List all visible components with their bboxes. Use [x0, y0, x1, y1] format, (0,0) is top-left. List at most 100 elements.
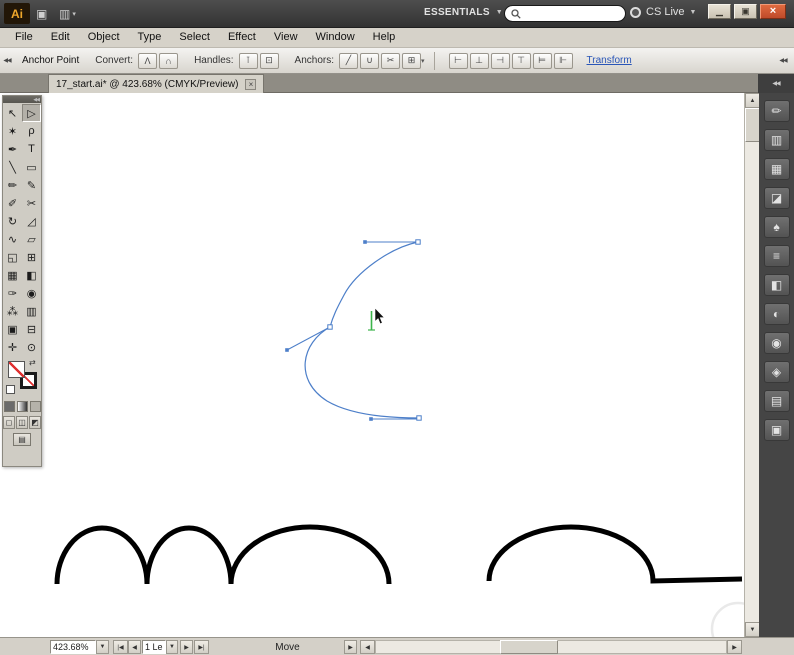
- artboard-dropdown-icon[interactable]: ▼: [166, 640, 178, 654]
- fill-swatch[interactable]: [8, 361, 25, 378]
- artboards-panel-icon[interactable]: ▣: [764, 419, 790, 441]
- pencil-tool[interactable]: ✎: [22, 176, 41, 194]
- anchor-point[interactable]: [416, 240, 420, 244]
- perspective-grid-tool[interactable]: ⊞: [22, 248, 41, 266]
- menu-type[interactable]: Type: [129, 29, 171, 46]
- color-guide-panel-icon[interactable]: ◈: [764, 361, 790, 383]
- cut-path-button[interactable]: ✂: [381, 53, 400, 69]
- search-input[interactable]: [525, 8, 619, 19]
- align-top-button[interactable]: ⊤: [512, 53, 531, 69]
- vertical-scroll-thumb[interactable]: [745, 108, 760, 142]
- tab-close-icon[interactable]: ×: [245, 79, 256, 90]
- lasso-tool[interactable]: ρ: [22, 122, 41, 140]
- horizontal-scroll-thumb[interactable]: [500, 640, 558, 654]
- rectangle-tool[interactable]: ▭: [22, 158, 41, 176]
- restore-button[interactable]: ▣: [734, 4, 757, 19]
- gradient-panel-icon[interactable]: ◧: [764, 274, 790, 296]
- width-tool[interactable]: ∿: [3, 230, 22, 248]
- paintbrush-tool[interactable]: ✏: [3, 176, 22, 194]
- scissors-tool[interactable]: ✂: [22, 194, 41, 212]
- zoom-input[interactable]: 423.68%: [50, 640, 96, 654]
- line-segment-tool[interactable]: ╲: [3, 158, 22, 176]
- show-handles-button[interactable]: ⊺: [239, 53, 258, 69]
- menu-select[interactable]: Select: [170, 29, 219, 46]
- artboard-navigation-input[interactable]: 1 Le: [142, 640, 166, 654]
- vertical-scrollbar[interactable]: ▲ ▼: [744, 93, 759, 637]
- screen-mode-button[interactable]: ▤: [13, 433, 31, 446]
- align-right-button[interactable]: ⊣: [491, 53, 510, 69]
- zoom-tool[interactable]: ⊙: [22, 338, 41, 356]
- graphic-styles-panel-icon[interactable]: ◪: [764, 187, 790, 209]
- scroll-right-icon[interactable]: ▶: [727, 640, 742, 654]
- rotate-tool[interactable]: ↻: [3, 212, 22, 230]
- last-artboard-button[interactable]: ▶|: [194, 640, 209, 654]
- convert-to-smooth-button[interactable]: ∩: [159, 53, 178, 69]
- align-middle-button[interactable]: ⊨: [533, 53, 552, 69]
- anchor-point[interactable]: [328, 325, 332, 329]
- free-transform-tool[interactable]: ▱: [22, 230, 41, 248]
- canvas[interactable]: [0, 93, 744, 637]
- align-left-button[interactable]: ⊢: [449, 53, 468, 69]
- menu-file[interactable]: File: [6, 29, 42, 46]
- minimize-button[interactable]: ▁: [708, 4, 731, 19]
- menu-window[interactable]: Window: [307, 29, 364, 46]
- column-graph-tool[interactable]: ▥: [22, 302, 41, 320]
- collapse-panel-right-button[interactable]: ◀◀: [776, 57, 790, 64]
- isolate-selection-button[interactable]: ⊞: [402, 53, 421, 69]
- artboard-tool[interactable]: ▣: [3, 320, 22, 338]
- search-box[interactable]: [504, 5, 626, 22]
- default-fill-stroke-button[interactable]: [6, 385, 15, 394]
- direct-selection-tool[interactable]: ▷: [22, 104, 41, 122]
- direction-handle-point[interactable]: [285, 348, 289, 352]
- color-button[interactable]: [4, 401, 15, 412]
- workspace-switcher[interactable]: ESSENTIALS ▼: [424, 7, 503, 18]
- go-to-bridge-button[interactable]: ▣: [33, 5, 50, 23]
- align-bottom-button[interactable]: ⊩: [554, 53, 573, 69]
- scroll-up-icon[interactable]: ▲: [745, 93, 760, 108]
- previous-artboard-button[interactable]: ◀: [128, 640, 141, 654]
- type-tool[interactable]: T: [22, 140, 41, 158]
- brushes-panel-icon[interactable]: ✏: [764, 100, 790, 122]
- dock-expand-button[interactable]: ◀◀: [758, 74, 794, 93]
- none-button[interactable]: [30, 401, 41, 412]
- appearance-panel-icon[interactable]: ▦: [764, 158, 790, 180]
- symbol-sprayer-tool[interactable]: ⁂: [3, 302, 22, 320]
- scale-tool[interactable]: ◿: [22, 212, 41, 230]
- connect-endpoints-button[interactable]: ∪: [360, 53, 379, 69]
- zoom-dropdown-icon[interactable]: ▼: [96, 640, 109, 654]
- gradient-tool[interactable]: ◧: [22, 266, 41, 284]
- collapse-panel-left-button[interactable]: ◀◀: [0, 57, 14, 64]
- draw-inside-button[interactable]: ◩: [29, 416, 41, 429]
- direction-handle-point[interactable]: [363, 240, 367, 244]
- transform-link[interactable]: Transform: [587, 55, 632, 66]
- chevron-down-icon[interactable]: ▾: [421, 57, 425, 65]
- layers-panel-icon[interactable]: ▤: [764, 390, 790, 412]
- scroll-left-icon[interactable]: ◀: [360, 640, 375, 654]
- gradient-button[interactable]: [17, 401, 28, 412]
- selected-path-lower[interactable]: [305, 327, 419, 418]
- hand-tool[interactable]: ✛: [3, 338, 22, 356]
- blob-brush-tool[interactable]: ✐: [3, 194, 22, 212]
- scroll-down-icon[interactable]: ▼: [745, 622, 760, 637]
- next-artboard-button[interactable]: ▶: [180, 640, 193, 654]
- document-tab[interactable]: 17_start.ai* @ 423.68% (CMYK/Preview) ×: [48, 74, 264, 93]
- menu-edit[interactable]: Edit: [42, 29, 79, 46]
- symbols-panel-icon[interactable]: ♠: [764, 216, 790, 238]
- magic-wand-tool[interactable]: ✶: [3, 122, 22, 140]
- draw-normal-button[interactable]: ◻: [3, 416, 15, 429]
- menu-view[interactable]: View: [265, 29, 307, 46]
- tools-panel-header[interactable]: ◀◀: [3, 96, 41, 103]
- swatches-panel-icon[interactable]: ▥: [764, 129, 790, 151]
- swap-fill-stroke-icon[interactable]: ⇄: [29, 358, 36, 367]
- mesh-tool[interactable]: ▦: [3, 266, 22, 284]
- slice-tool[interactable]: ⊟: [22, 320, 41, 338]
- color-panel-icon[interactable]: ◉: [764, 332, 790, 354]
- menu-object[interactable]: Object: [79, 29, 129, 46]
- arrange-documents-button[interactable]: ▥ ▾: [56, 5, 79, 23]
- selected-path-upper[interactable]: [330, 242, 418, 327]
- status-menu-button[interactable]: ▶: [344, 640, 357, 654]
- transparency-panel-icon[interactable]: ◐: [764, 303, 790, 325]
- shape-builder-tool[interactable]: ◱: [3, 248, 22, 266]
- hide-handles-button[interactable]: ⊡: [260, 53, 279, 69]
- convert-to-corner-button[interactable]: Λ: [138, 53, 157, 69]
